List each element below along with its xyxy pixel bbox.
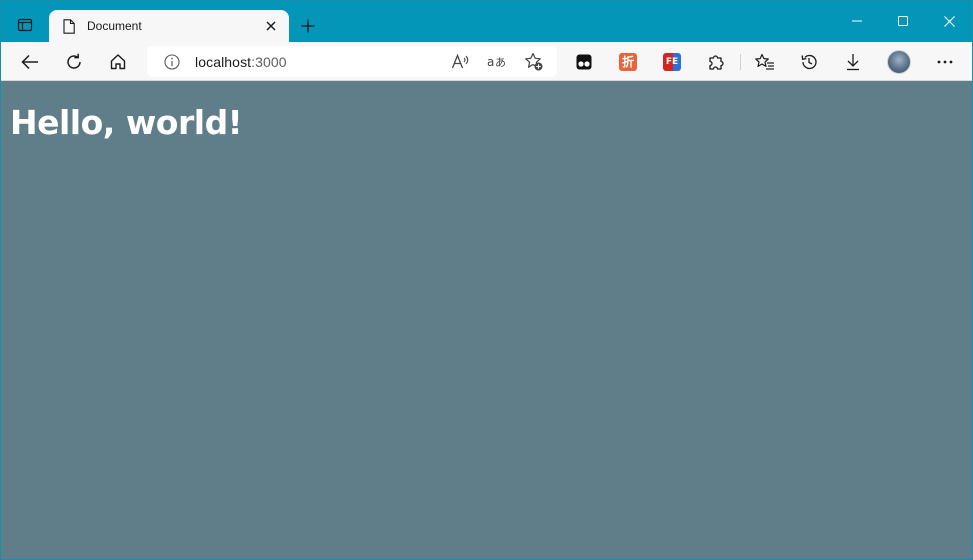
url-port: :3000 xyxy=(251,54,287,70)
translate-button[interactable]: a あ xyxy=(485,51,509,73)
refresh-button[interactable] xyxy=(58,46,90,77)
refresh-icon xyxy=(67,53,81,69)
read-aloud-icon xyxy=(451,53,469,69)
add-favorite-button[interactable] xyxy=(522,51,546,73)
url-host: localhost xyxy=(195,54,252,70)
avatar xyxy=(887,49,911,74)
more-icon xyxy=(937,60,953,63)
downloads-button[interactable] xyxy=(837,46,869,77)
extension-fe-button[interactable]: FE xyxy=(656,46,688,77)
window-controls xyxy=(834,1,972,41)
home-icon xyxy=(110,53,126,69)
page-icon xyxy=(61,18,77,34)
back-button[interactable] xyxy=(14,46,46,77)
tab-actions-button[interactable] xyxy=(9,10,41,40)
new-tab-button[interactable] xyxy=(295,13,321,39)
profile-button[interactable] xyxy=(883,46,915,77)
read-aloud-button[interactable] xyxy=(449,51,473,73)
plus-icon xyxy=(301,19,315,33)
close-icon xyxy=(943,15,955,27)
tampermonkey-icon xyxy=(576,54,592,69)
tab-strip: Document xyxy=(1,1,972,42)
page-heading: Hello, world! xyxy=(10,103,243,142)
maximize-icon xyxy=(898,16,908,26)
history-button[interactable] xyxy=(793,46,825,77)
site-info-icon[interactable] xyxy=(163,53,181,71)
fe-helper-icon: FE xyxy=(663,52,681,71)
browser-window: Document localhost:3000 a あ 折 FE Hello, … xyxy=(0,0,973,560)
home-button[interactable] xyxy=(102,46,134,77)
close-icon xyxy=(266,21,276,31)
settings-more-button[interactable] xyxy=(929,46,961,77)
history-icon xyxy=(801,54,817,69)
download-icon xyxy=(847,53,859,70)
zhe-icon: 折 xyxy=(619,52,637,71)
url-text[interactable]: localhost:3000 xyxy=(195,54,287,70)
tab-document[interactable]: Document xyxy=(49,10,289,42)
translate-icon: a あ xyxy=(487,55,506,69)
address-bar[interactable]: localhost:3000 a あ xyxy=(147,46,557,77)
minimize-button[interactable] xyxy=(834,1,880,41)
maximize-button[interactable] xyxy=(880,1,926,41)
page-content: Hello, world! xyxy=(1,81,972,559)
minimize-icon xyxy=(852,20,862,22)
favorites-button[interactable] xyxy=(749,46,781,77)
close-tab-button[interactable] xyxy=(261,16,281,36)
toolbar-divider xyxy=(740,54,741,70)
close-window-button[interactable] xyxy=(926,1,972,41)
extension-zhe-button[interactable]: 折 xyxy=(612,46,644,77)
extension-tampermonkey-button[interactable] xyxy=(568,46,600,77)
puzzle-icon xyxy=(709,54,724,70)
star-add-icon xyxy=(525,52,543,71)
tab-title: Document xyxy=(87,19,142,33)
extensions-button[interactable] xyxy=(700,46,732,77)
favorites-icon xyxy=(755,53,774,70)
back-arrow-icon xyxy=(21,54,38,69)
svg-text:a: a xyxy=(487,55,494,69)
tab-actions-icon xyxy=(17,18,33,32)
toolbar: localhost:3000 a あ 折 FE xyxy=(1,42,972,81)
svg-text:あ: あ xyxy=(495,56,506,69)
